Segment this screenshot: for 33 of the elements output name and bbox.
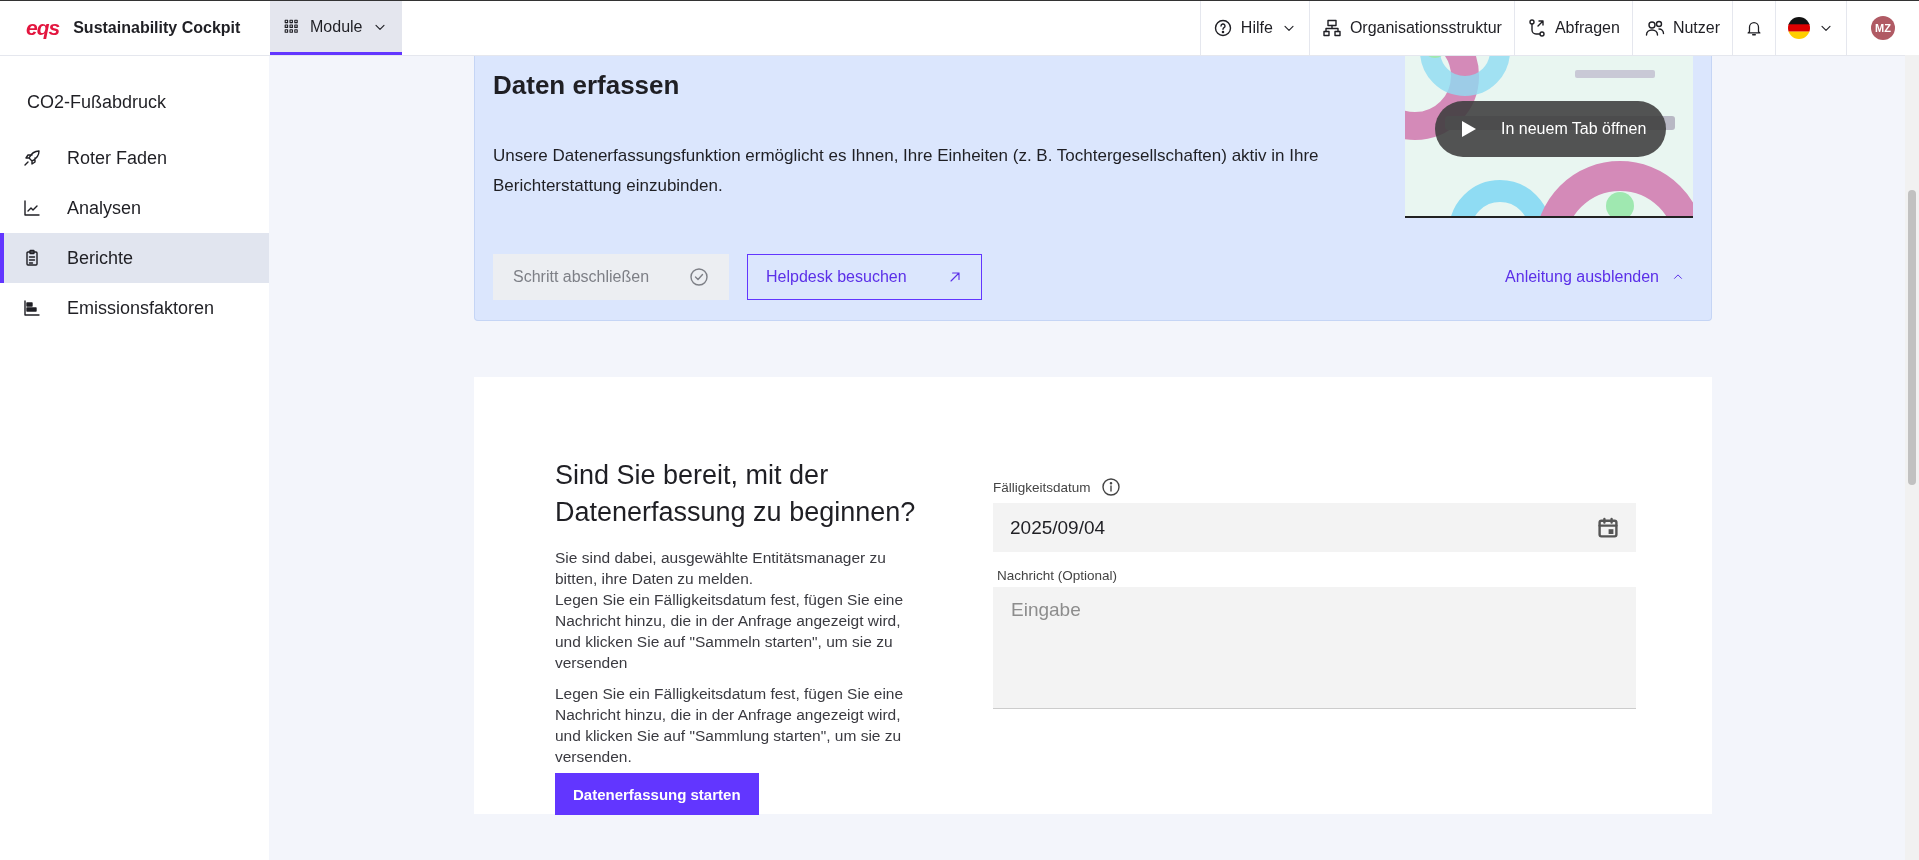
flag-icon	[1788, 17, 1810, 39]
panel-description: Unsere Datenerfassungsfunktion ermöglicht es Ihnen, Ihre Einheiten (z. B. Tochtergesellschaften) aktiv in Ihre Berichterstattung einzubinden.	[493, 145, 1320, 197]
rocket-icon	[22, 148, 42, 168]
instruction-text: Legen Sie ein Fälligkeitsdatum fest, fügen Sie eine Nachricht hinzu, die in der Anfrage angezeigt wird, und klicken Sie auf "Sammlung starten", um sie zu versenden.	[555, 684, 905, 767]
info-icon	[1100, 477, 1121, 497]
check-circle-icon	[689, 267, 710, 287]
helpdesk-button[interactable]: Helpdesk besuchen	[747, 254, 982, 300]
calendar-icon	[1596, 515, 1620, 540]
sidebar-item[interactable]: Berichte	[0, 233, 269, 283]
message-field[interactable]: Eingabe	[993, 587, 1636, 709]
field-label: Fälligkeitsdatum	[993, 479, 1091, 495]
hierarchy-icon	[1321, 18, 1342, 38]
help-icon	[1212, 18, 1233, 38]
logo[interactable]: eqs	[26, 16, 60, 40]
date-field[interactable]: 2025/09/04	[993, 503, 1636, 552]
scrollbar[interactable]	[1905, 55, 1919, 860]
instruction-text: Sie sind dabei, ausgewählte Entitätsmanager zu bitten, ihre Daten zu melden. Legen Sie ein Fälligkeitsdatum fest, fügen Sie eine Nachricht hinzu, die in der Anfrage angezeigt wird, und klicken Sie auf "Sammeln starten", um sie zu versenden	[555, 548, 905, 673]
bell-icon	[1745, 19, 1763, 37]
play-icon	[1461, 120, 1477, 138]
hide-guide-link[interactable]: Anleitung ausblenden	[1499, 267, 1691, 287]
start-button[interactable]: Datenerfassung starten	[555, 773, 759, 815]
bar-list-icon	[22, 298, 42, 318]
users-icon	[1644, 18, 1665, 38]
module-tab[interactable]: Module	[270, 1, 403, 55]
grid-icon	[284, 18, 300, 35]
flow-icon	[1526, 18, 1547, 38]
field-label: Nachricht (Optional)	[997, 568, 1118, 583]
line-chart-icon	[22, 198, 42, 218]
panel-title: Daten erfassen	[493, 70, 681, 101]
sidebar-title: CO2-Fußabdruck	[26, 92, 168, 113]
open-video-button[interactable]: In neuem Tab öffnen	[1435, 101, 1667, 157]
app-title: Sustainability Cockpit	[73, 19, 241, 37]
card-heading: Sind Sie bereit, mit der Datenerfassung zu beginnen?	[555, 459, 917, 529]
